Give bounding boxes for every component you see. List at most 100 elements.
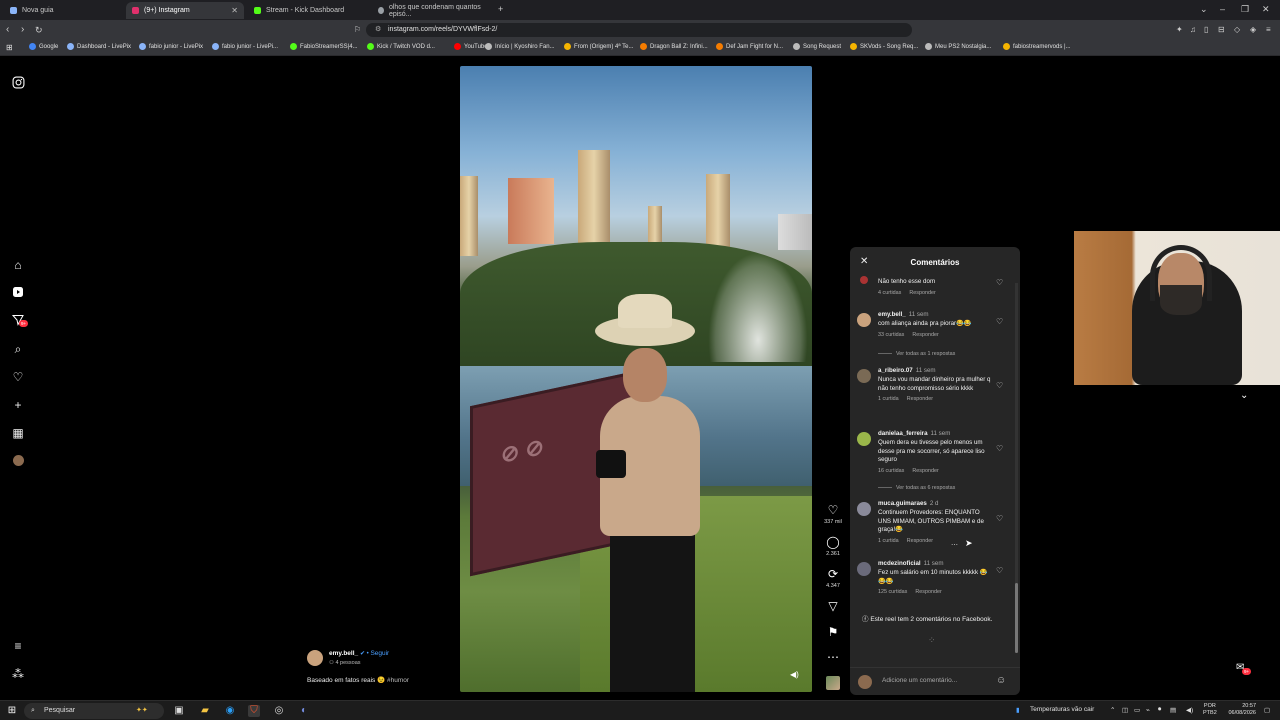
reply-button[interactable]: Responder (907, 538, 933, 544)
comment-button[interactable]: ◯ 2.361 (822, 535, 844, 557)
tab-instagram[interactable]: (9+) Instagram ✕ (126, 2, 244, 19)
language-indicator[interactable]: POR PTB2 (1203, 703, 1217, 717)
task-view-icon[interactable]: ▣ (173, 705, 185, 717)
chevron-down-icon[interactable]: ⌄ (1240, 390, 1248, 401)
sidebar-toggle-icon[interactable]: ▯ (1204, 24, 1208, 36)
tab-list-icon[interactable]: ⌄ (1200, 4, 1208, 15)
bookmark-item[interactable]: Início | Kyoshiro Fan... (485, 43, 555, 50)
apps-icon[interactable]: ⊞ (6, 43, 13, 52)
notification-center-icon[interactable]: ▢ (1264, 706, 1270, 714)
tray-network-icon[interactable]: ⌁ (1146, 706, 1150, 714)
tab-new[interactable]: Nova guia (4, 2, 122, 19)
brave-icon[interactable]: ⛉ (248, 705, 260, 717)
comment-like-count[interactable]: 125 curtidas (878, 589, 907, 595)
emoji-icon[interactable]: ☺ (996, 675, 1006, 686)
bookmark-item[interactable]: fabio junior - LivePi... (212, 43, 278, 50)
comment-like-count[interactable]: 16 curtidas (878, 468, 904, 474)
reply-button[interactable]: Responder (907, 396, 933, 402)
dashboard-icon[interactable]: ▦ (11, 426, 25, 440)
commenter-avatar[interactable] (857, 562, 871, 576)
commenter-avatar[interactable] (857, 502, 871, 516)
bookmark-item[interactable]: From (Origem) 4ª Te... (564, 43, 633, 50)
reply-button[interactable]: Responder (915, 589, 941, 595)
bookmark-item[interactable]: FabioStreamerSS|4... (290, 43, 358, 50)
tray-monitor-icon[interactable]: ▭ (1134, 706, 1140, 714)
tab-search[interactable]: olhos que condenam quantos episó... (372, 2, 494, 19)
like-button[interactable]: ♡ 337 mil (822, 503, 844, 525)
close-window-icon[interactable]: ✕ (1262, 4, 1270, 15)
comment-time[interactable]: 2 d (930, 500, 939, 507)
view-replies-link[interactable]: Ver todas as 1 respostas (878, 351, 955, 357)
comment-input[interactable]: Adicione um comentário... (882, 677, 957, 684)
hashtag-link[interactable]: #humor (387, 677, 409, 684)
comment-username[interactable]: mcdezinoficial (878, 560, 921, 567)
back-icon[interactable]: ‹ (6, 24, 9, 36)
bookmark-item[interactable]: YouTube (454, 43, 488, 50)
volume-icon[interactable]: ◀) (1186, 706, 1193, 714)
audio-thumbnail[interactable] (826, 676, 840, 690)
bookmark-item[interactable]: Google (29, 43, 58, 50)
taskbar-search[interactable]: ⌕ Pesquisar ✦✦ (24, 703, 164, 719)
reel-video[interactable]: ⊘ ⊘ ◀) (460, 66, 812, 692)
search-icon[interactable]: ⌕ (11, 342, 25, 356)
ext-icon[interactable]: ⊟ (1218, 24, 1225, 36)
discord-icon[interactable]: ◐ (298, 705, 310, 717)
forward-icon[interactable]: › (21, 24, 24, 36)
repost-button[interactable]: ⟳ 4.347 (822, 567, 844, 589)
comment-like-heart-icon[interactable]: ♡ (996, 381, 1003, 390)
author-username[interactable]: emy.bell_ (329, 650, 358, 657)
reply-button[interactable]: Responder (912, 468, 938, 474)
reload-icon[interactable]: ↻ (35, 24, 43, 36)
tray-app-icon[interactable]: ◫ (1122, 706, 1128, 714)
minimize-icon[interactable]: – (1220, 4, 1225, 14)
meta-apps-icon[interactable]: ⁂ (11, 667, 25, 681)
notifications-heart-icon[interactable]: ♡ (11, 370, 25, 384)
more-options-button[interactable]: ⋯ (822, 650, 844, 664)
bookmark-icon[interactable]: ⚐ (354, 24, 361, 36)
messages-icon[interactable]: 9+ (11, 314, 29, 328)
comment-username[interactable]: muca.guimaraes (878, 500, 927, 507)
author-avatar[interactable] (307, 650, 323, 666)
microphone-icon[interactable]: ⏺ (1158, 706, 1161, 714)
bookmark-item[interactable]: Meu PS2 Nostalgia... (925, 43, 991, 50)
menu-icon[interactable]: ≡ (1266, 24, 1271, 36)
save-button[interactable]: ⚑ (822, 625, 844, 639)
comment-like-heart-icon[interactable]: ♡ (996, 514, 1003, 523)
close-tab-icon[interactable]: ✕ (231, 6, 238, 15)
comment-like-heart-icon[interactable]: ♡ (996, 566, 1003, 575)
instagram-logo-icon[interactable] (11, 76, 25, 90)
leo-icon[interactable]: ◇ (1234, 24, 1240, 36)
comment-time[interactable]: 11 sem (909, 311, 929, 318)
obs-icon[interactable]: ◎ (273, 705, 285, 717)
home-icon[interactable]: ⌂ (11, 258, 25, 272)
reply-button[interactable]: Responder (912, 332, 938, 338)
comment-like-count[interactable]: 33 curtidas (878, 332, 904, 338)
vpn-icon[interactable]: ◈ (1250, 24, 1256, 36)
comment-like-count[interactable]: 4 curtidas (878, 290, 901, 296)
network-icon[interactable]: ▤ (1170, 706, 1176, 714)
weather-text[interactable]: Temperaturas vão cair (1030, 706, 1094, 713)
commenter-avatar[interactable] (857, 432, 871, 446)
edge-icon[interactable]: ◉ (224, 705, 236, 717)
bookmark-item[interactable]: Song Request (793, 43, 841, 50)
create-icon[interactable]: + (11, 398, 25, 412)
bookmark-item[interactable]: Dragon Ball Z: Infini... (640, 43, 708, 50)
facebook-comments-note[interactable]: ⓕ Este reel tem 2 comentários no Faceboo… (862, 613, 992, 623)
view-replies-link[interactable]: Ver todas as 6 respostas (878, 485, 955, 491)
comment-like-heart-icon[interactable]: ♡ (996, 317, 1003, 326)
music-icon[interactable]: ♫ (1190, 24, 1196, 36)
comment-like-heart-icon[interactable]: ♡ (996, 444, 1003, 453)
site-info-icon[interactable]: ⚙ (375, 23, 381, 37)
comment-options-icon[interactable]: ⋯ (951, 541, 958, 549)
messages-float-icon[interactable]: ✉ 9+ (1236, 662, 1252, 675)
comment-time[interactable]: 11 sem (931, 430, 951, 437)
extensions-icon[interactable]: ✦ (1176, 24, 1183, 36)
comment-username[interactable]: danielaa_ferreira (878, 430, 928, 437)
tray-chevron-icon[interactable]: ⌃ (1110, 706, 1115, 714)
restore-icon[interactable]: ❐ (1241, 4, 1249, 15)
comment-time[interactable]: 11 sem (916, 367, 936, 374)
new-tab-button[interactable]: + (498, 4, 503, 14)
bookmark-item[interactable]: SKVods - Song Req... (850, 43, 918, 50)
reels-icon[interactable] (11, 286, 25, 300)
profile-avatar[interactable] (11, 455, 25, 469)
